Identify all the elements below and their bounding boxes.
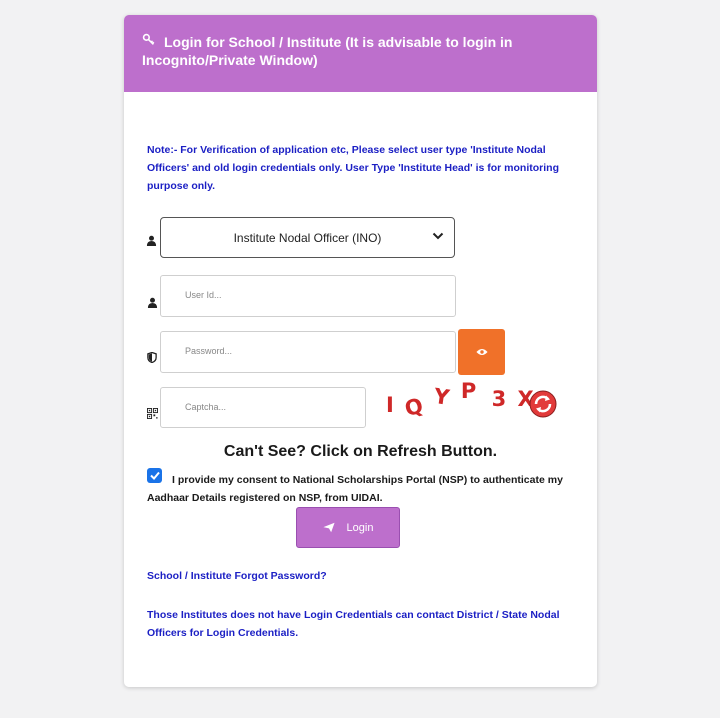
qr-icon	[147, 406, 161, 420]
user-type-select[interactable]: Institute Nodal Officer (INO)	[160, 217, 455, 258]
captcha-input[interactable]: Captcha...	[160, 387, 366, 428]
user-id-placeholder: User Id...	[185, 290, 222, 300]
forgot-password-link[interactable]: School / Institute Forgot Password?	[147, 567, 327, 585]
check-icon	[149, 471, 160, 480]
refresh-icon	[529, 390, 557, 418]
user-type-selected: Institute Nodal Officer (INO)	[233, 230, 382, 245]
password-input[interactable]: Password...	[160, 331, 456, 373]
login-card: Login for School / Institute (It is advi…	[124, 15, 597, 687]
captcha-char: Y	[432, 383, 454, 411]
captcha-char: Q	[402, 392, 428, 422]
consent-text: I provide my consent to National Scholar…	[147, 474, 563, 504]
no-credentials-note: Those Institutes does not have Login Cre…	[147, 609, 560, 639]
user-icon	[146, 233, 160, 247]
send-icon	[322, 522, 335, 533]
login-label: Login	[346, 521, 374, 534]
cant-see-hint: Can't See? Click on Refresh Button.	[223, 443, 498, 460]
captcha-char: 3	[491, 387, 509, 411]
show-password-button[interactable]	[458, 329, 505, 375]
login-button[interactable]: Login	[296, 507, 400, 548]
header-title: Login for School / Institute (It is advi…	[142, 34, 513, 68]
chevron-down-icon	[432, 232, 444, 240]
key-icon	[142, 33, 158, 51]
user-icon	[147, 295, 161, 309]
password-placeholder: Password...	[185, 346, 233, 356]
shield-icon	[147, 350, 161, 364]
captcha-placeholder: Captcha...	[185, 402, 227, 412]
consent-checkbox[interactable]	[147, 468, 162, 483]
card-header: Login for School / Institute (It is advi…	[124, 15, 597, 92]
refresh-captcha-button[interactable]	[528, 389, 558, 419]
captcha-char: P	[460, 379, 479, 403]
user-id-input[interactable]: User Id...	[160, 275, 456, 317]
verification-note: Note:- For Verification of application e…	[147, 144, 559, 192]
captcha-image: I Q Y P 3 X	[386, 379, 536, 421]
eye-icon	[475, 349, 488, 355]
captcha-char: I	[386, 393, 396, 417]
